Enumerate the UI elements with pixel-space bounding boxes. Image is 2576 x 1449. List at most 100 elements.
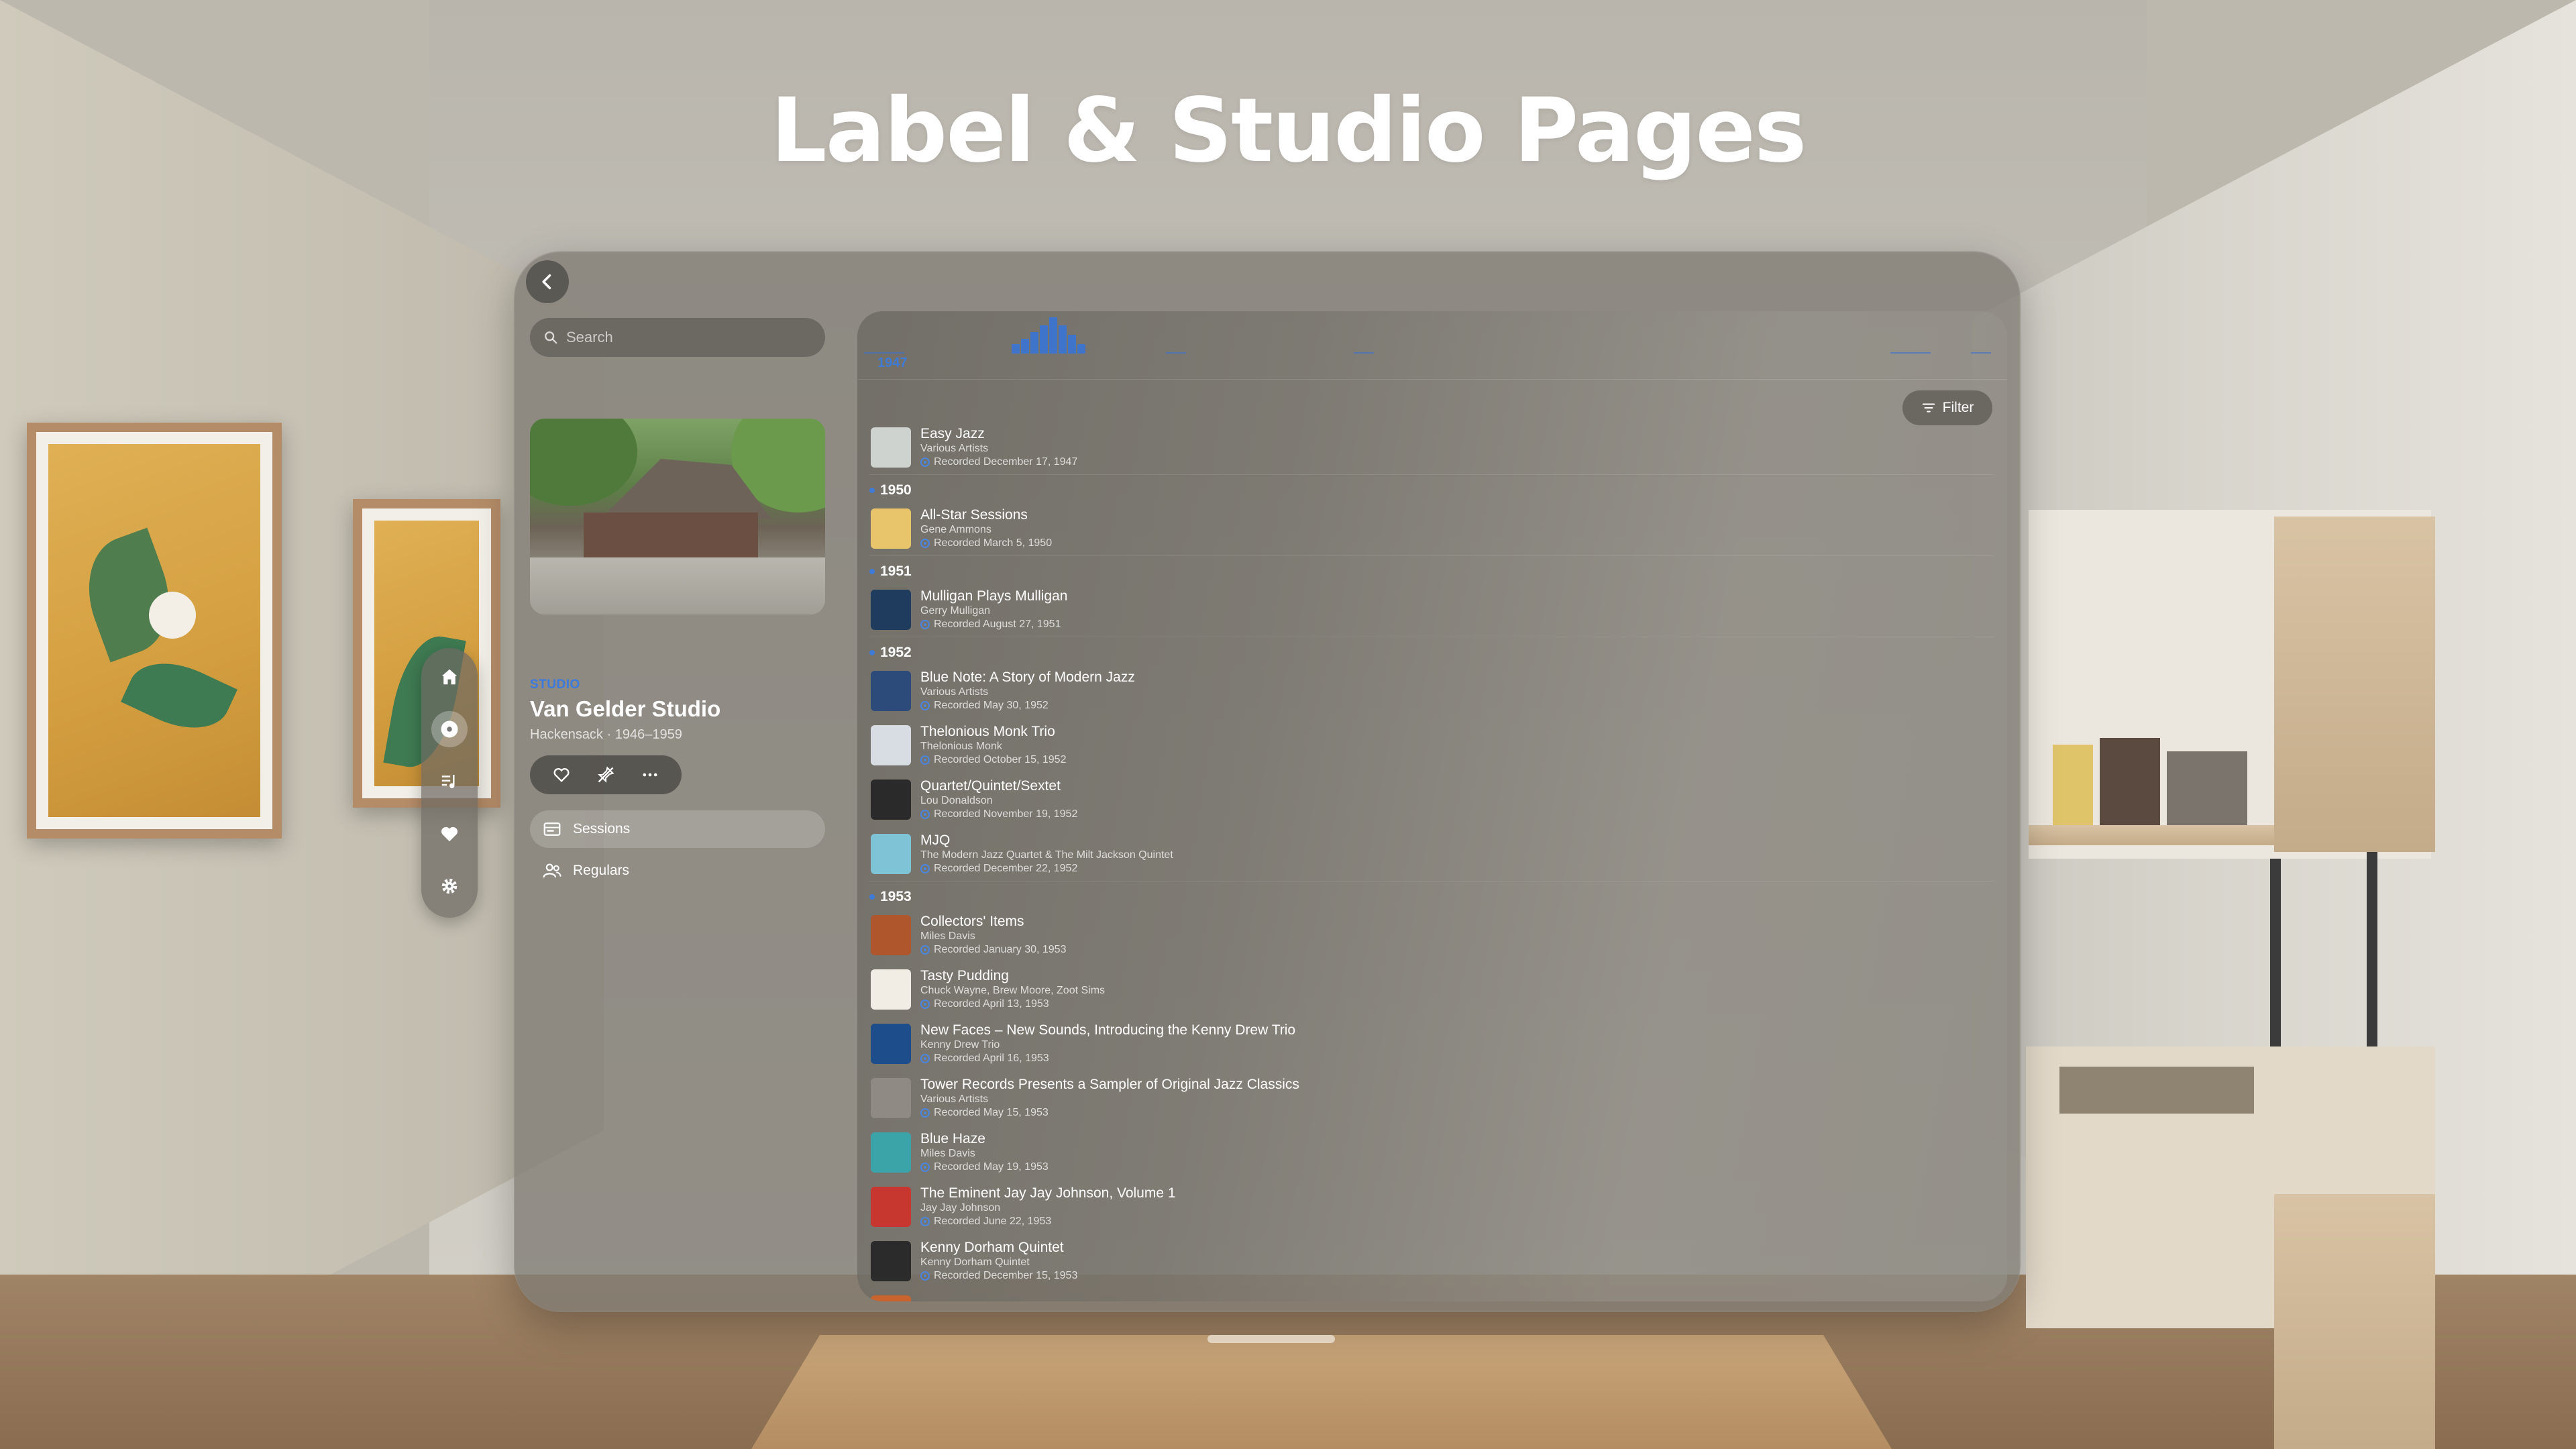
tab-home[interactable] bbox=[431, 659, 468, 695]
session-artist: Lou Donaldson bbox=[920, 794, 993, 806]
session-artist: Various Artists bbox=[920, 686, 989, 698]
session-row[interactable]: Blue Haze Miles Davis Recorded May 19, 195… bbox=[869, 1125, 1994, 1179]
year-header: 1950 bbox=[869, 474, 1994, 501]
book bbox=[2053, 745, 2093, 825]
session-row[interactable]: The Eminent Jay Jay Johnson, Volume 1 Jay… bbox=[869, 1179, 1994, 1234]
tab-bar bbox=[421, 648, 478, 918]
session-recorded: Recorded May 30, 1952 bbox=[920, 699, 1135, 712]
session-title: Blue Haze bbox=[920, 1130, 985, 1146]
session-row[interactable]: All-Star Sessions Gene Ammons Recorded Mar… bbox=[869, 501, 1994, 555]
session-row[interactable]: Quartet/Quintet/Sextet Lou Donaldson Recor… bbox=[869, 772, 1994, 826]
tab-favorites[interactable] bbox=[431, 816, 468, 852]
session-recorded: Recorded August 27, 1951 bbox=[920, 618, 1067, 631]
year-marker-icon bbox=[869, 569, 875, 574]
session-artist: Gene Ammons bbox=[920, 523, 991, 535]
session-row[interactable]: Blue Note: A Story of Modern Jazz Various… bbox=[869, 663, 1994, 718]
record-icon bbox=[920, 538, 930, 548]
more-icon[interactable] bbox=[641, 765, 659, 784]
sidebar-item-regulars[interactable]: Regulars bbox=[530, 852, 825, 890]
people-icon bbox=[543, 863, 561, 878]
sessions-list: Easy Jazz Various Artists Recorded Decembe… bbox=[869, 420, 1994, 1301]
session-row[interactable]: Tasty Pudding Chuck Wayne, Brew Moore, Zo… bbox=[869, 962, 1994, 1016]
session-recorded: Recorded May 15, 1953 bbox=[920, 1106, 1299, 1120]
album-cover bbox=[871, 969, 911, 1010]
year-label: 1951 bbox=[880, 564, 912, 579]
home-icon bbox=[441, 669, 458, 685]
heart-icon bbox=[441, 826, 458, 842]
year-header: 1952 bbox=[869, 637, 1994, 663]
album-cover bbox=[871, 779, 911, 820]
tab-music-list[interactable] bbox=[431, 763, 468, 800]
sidebar-item-sessions[interactable]: Sessions bbox=[530, 810, 825, 848]
tab-records[interactable] bbox=[431, 711, 468, 747]
session-title: New Faces – New Sounds, Introducing the … bbox=[920, 1022, 1296, 1038]
main-window: STUDIO Van Gelder Studio Hackensack · 19… bbox=[514, 251, 2021, 1312]
session-row[interactable]: New Faces - New Sounds bbox=[869, 1288, 1994, 1301]
year-timeline[interactable]: 1947 bbox=[857, 311, 2007, 380]
session-title: All-Star Sessions bbox=[920, 506, 1028, 523]
shelf-base bbox=[2274, 1194, 2435, 1449]
session-row[interactable]: MJQ The Modern Jazz Quartet & The Milt Ja… bbox=[869, 826, 1994, 881]
session-recorded-date: Recorded April 13, 1953 bbox=[934, 998, 1049, 1010]
session-recorded: Recorded April 16, 1953 bbox=[920, 1052, 1295, 1065]
session-row[interactable]: Kenny Dorham Quintet Kenny Dorham Quintet… bbox=[869, 1234, 1994, 1288]
record-icon bbox=[920, 1108, 930, 1118]
session-recorded-date: Recorded May 19, 1953 bbox=[934, 1161, 1049, 1173]
record-icon bbox=[920, 1271, 930, 1281]
sessions-icon bbox=[543, 822, 561, 836]
headline: Label & Studio Pages bbox=[770, 79, 1807, 182]
session-title: Tower Records Presents a Sampler of Orig… bbox=[920, 1076, 1299, 1092]
session-recorded-date: Recorded March 5, 1950 bbox=[934, 537, 1053, 549]
session-recorded: Recorded December 22, 1952 bbox=[920, 862, 1173, 875]
shelf-board bbox=[2029, 825, 2297, 845]
session-recorded: Recorded June 22, 1953 bbox=[920, 1215, 1176, 1228]
session-row[interactable]: Mulligan Plays Mulligan Gerry Mulligan Rec… bbox=[869, 582, 1994, 637]
session-row[interactable]: Tower Records Presents a Sampler of Orig… bbox=[869, 1071, 1994, 1125]
session-recorded: Recorded May 19, 1953 bbox=[920, 1161, 1049, 1174]
wall-art-left bbox=[27, 423, 282, 839]
back-button[interactable] bbox=[526, 260, 569, 303]
record-icon bbox=[920, 863, 930, 873]
heart-icon[interactable] bbox=[552, 765, 571, 784]
session-artist: Various Artists bbox=[920, 1093, 989, 1105]
session-recorded: Recorded April 13, 1953 bbox=[920, 998, 1105, 1011]
year-header: 1951 bbox=[869, 555, 1994, 582]
record-icon bbox=[920, 700, 930, 710]
session-title: The Eminent Jay Jay Johnson, Volume 1 bbox=[920, 1185, 1176, 1201]
session-recorded-date: Recorded October 15, 1952 bbox=[934, 753, 1067, 765]
studio-photo bbox=[530, 419, 825, 614]
record-icon bbox=[920, 1216, 930, 1226]
session-row[interactable]: Collectors' Items Miles Davis Recorded Jan… bbox=[869, 908, 1994, 962]
record-icon bbox=[920, 619, 930, 629]
music-list-icon bbox=[441, 775, 455, 788]
album-cover bbox=[871, 833, 911, 874]
session-row[interactable]: New Faces – New Sounds, Introducing the … bbox=[869, 1016, 1994, 1071]
sessions-panel: 1947 Filter Easy Jazz Various Artists Reco… bbox=[857, 311, 2007, 1301]
session-title: MJQ bbox=[920, 832, 951, 848]
session-recorded: Recorded October 15, 1952 bbox=[920, 753, 1066, 767]
session-recorded-date: Recorded May 15, 1953 bbox=[934, 1106, 1049, 1118]
session-row[interactable]: Easy Jazz Various Artists Recorded Decembe… bbox=[869, 420, 1994, 474]
no-pin-icon[interactable] bbox=[596, 765, 615, 784]
album-cover bbox=[871, 1186, 911, 1227]
sidebar-item-label: Sessions bbox=[573, 821, 631, 837]
session-title: Quartet/Quintet/Sextet bbox=[920, 777, 1061, 794]
record-icon bbox=[920, 945, 930, 955]
window-grabber[interactable] bbox=[1208, 1335, 1335, 1343]
session-artist: Chuck Wayne, Brew Moore, Zoot Sims bbox=[920, 984, 1106, 996]
session-artist: Kenny Dorham Quintet bbox=[920, 1256, 1030, 1268]
session-row[interactable]: Thelonious Monk Trio Thelonious Monk Recor… bbox=[869, 718, 1994, 772]
table bbox=[751, 1335, 1892, 1449]
album-cover bbox=[871, 508, 911, 549]
year-label: 1953 bbox=[880, 889, 912, 904]
search-field[interactable] bbox=[530, 318, 825, 357]
session-title: Easy Jazz bbox=[920, 425, 985, 441]
session-artist: Various Artists bbox=[920, 442, 989, 454]
session-title: Blue Note: A Story of Modern Jazz bbox=[920, 669, 1135, 685]
album-cover bbox=[871, 1077, 911, 1118]
album-cover bbox=[871, 1295, 911, 1301]
tab-settings[interactable] bbox=[431, 868, 468, 904]
search-input[interactable] bbox=[566, 329, 808, 346]
year-label: 1952 bbox=[880, 645, 912, 660]
filter-label: Filter bbox=[1942, 400, 1974, 415]
